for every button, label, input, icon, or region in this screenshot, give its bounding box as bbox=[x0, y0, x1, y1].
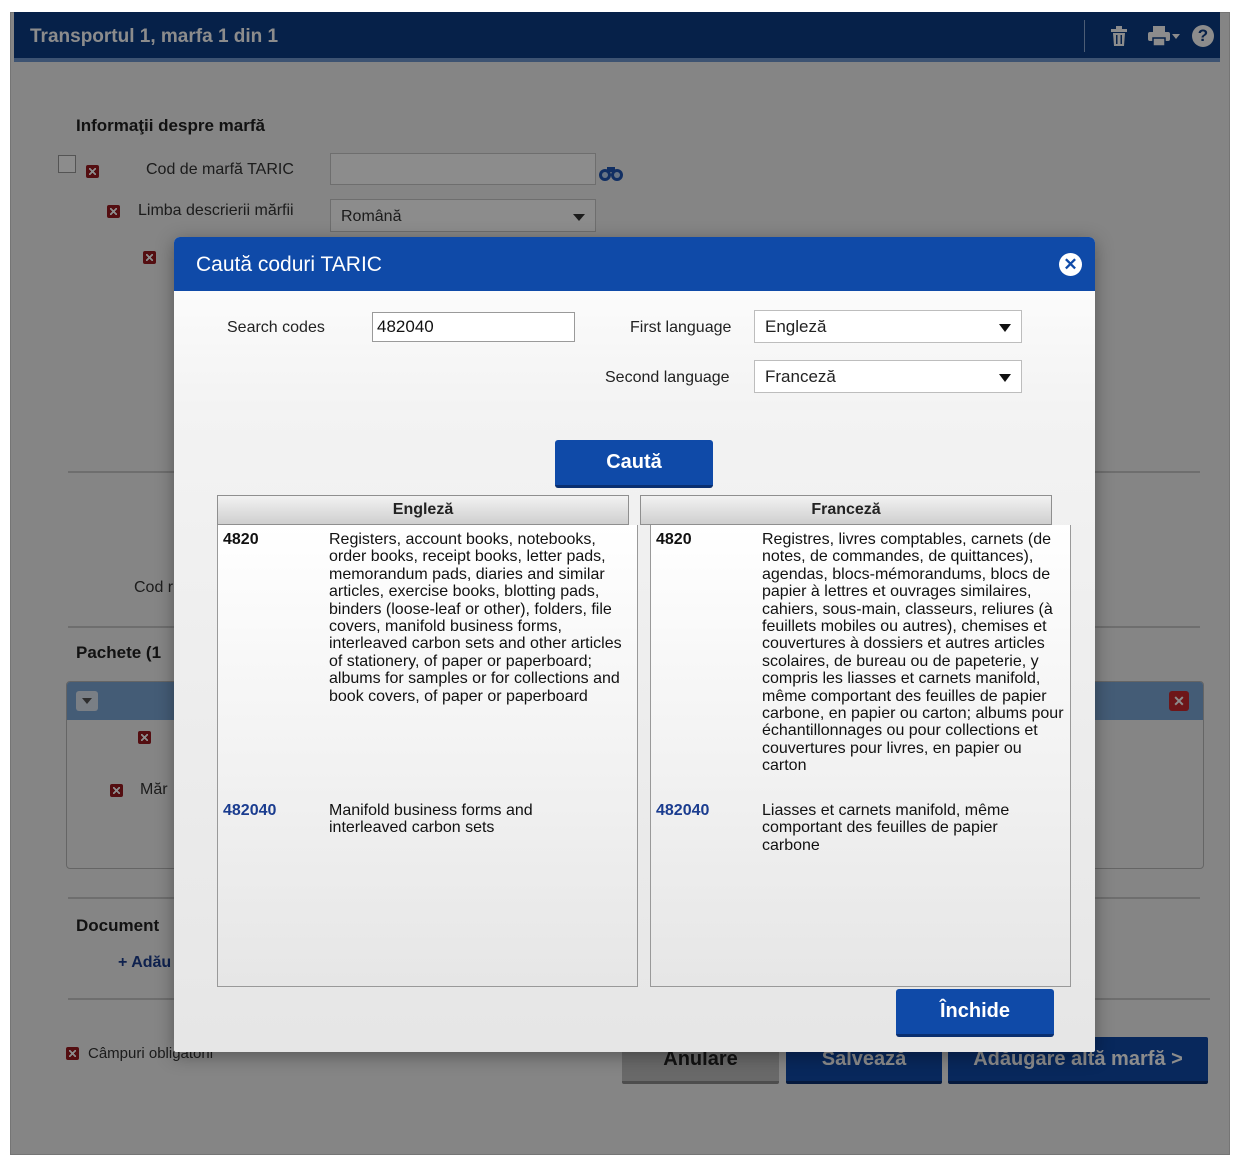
taric-search-dialog: Caută coduri TARIC ✕ Search codes First … bbox=[174, 237, 1095, 1052]
chevron-down-icon bbox=[999, 374, 1011, 382]
first-language-label: First language bbox=[630, 319, 732, 336]
result-desc: Registers, account books, notebooks, ord… bbox=[329, 531, 622, 705]
result-desc: Liasses et carnets manifold, même compor… bbox=[762, 802, 1010, 854]
search-codes-input[interactable] bbox=[372, 312, 575, 342]
results-panel-col1: 4820 Registers, account books, notebooks… bbox=[217, 525, 638, 987]
result-code-link[interactable]: 482040 bbox=[223, 802, 276, 819]
results-panel-col2: 4820 Registres, livres comptables, carne… bbox=[650, 525, 1071, 987]
results-header-col2: Franceză bbox=[640, 495, 1052, 525]
search-codes-label: Search codes bbox=[227, 319, 325, 336]
result-code-link[interactable]: 482040 bbox=[656, 802, 709, 819]
dialog-title: Caută coduri TARIC bbox=[196, 253, 382, 276]
result-code: 4820 bbox=[223, 531, 259, 548]
second-language-select[interactable]: Franceză bbox=[754, 360, 1022, 393]
search-button[interactable]: Caută bbox=[555, 440, 713, 488]
dialog-header: Caută coduri TARIC ✕ bbox=[174, 237, 1095, 291]
result-code: 4820 bbox=[656, 531, 692, 548]
results-header-col1: Engleză bbox=[217, 495, 629, 525]
second-language-value: Franceză bbox=[765, 367, 836, 386]
first-language-select[interactable]: Engleză bbox=[754, 310, 1022, 343]
result-desc: Manifold business forms and interleaved … bbox=[329, 802, 533, 837]
chevron-down-icon bbox=[999, 324, 1011, 332]
second-language-label: Second language bbox=[605, 369, 730, 386]
close-button[interactable]: Închide bbox=[896, 989, 1054, 1037]
result-desc: Registres, livres comptables, carnets (d… bbox=[762, 531, 1064, 775]
close-icon[interactable]: ✕ bbox=[1059, 253, 1082, 276]
first-language-value: Engleză bbox=[765, 317, 827, 336]
